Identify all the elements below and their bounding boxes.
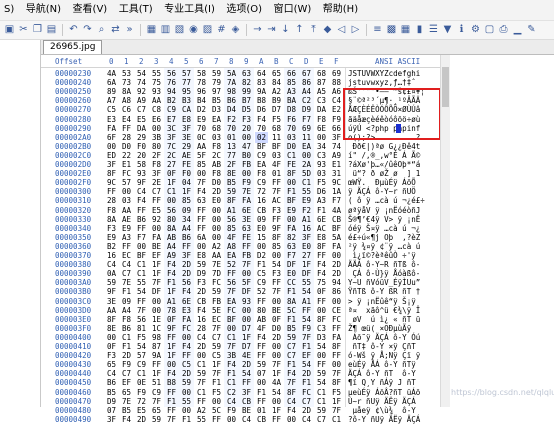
file-tab[interactable]: 26965.jpg	[43, 40, 103, 54]
toolbar-separator	[140, 24, 141, 36]
hex-byte[interactable]: 2D	[135, 414, 148, 425]
left-panel	[0, 40, 41, 407]
column-header-c: C	[289, 57, 294, 66]
disk-icon[interactable]: ◉	[188, 24, 199, 35]
hex-byte[interactable]: CB	[255, 414, 268, 425]
column-header-d: D	[304, 57, 309, 66]
cut-icon[interactable]: ✂	[18, 24, 29, 35]
column-header-6: 6	[199, 57, 204, 66]
toolbar-separator	[246, 24, 247, 36]
list-icon[interactable]: ☰	[428, 24, 439, 35]
column-header-2: 2	[139, 57, 144, 66]
vertical-scrollbar[interactable]	[440, 55, 450, 407]
chart-icon[interactable]: ▮	[414, 24, 425, 35]
hex-grid[interactable]: 4A 53 54 55 56 57 58 59 5A 63 64 65 66 67 68 69 6A 73 74 75…	[104, 68, 344, 424]
calc-icon[interactable]: ▧	[174, 24, 185, 35]
hex-byte[interactable]: FF	[210, 414, 223, 425]
column-header-a: A	[259, 57, 264, 66]
column-header-3: 3	[154, 57, 159, 66]
column-header-7: 7	[214, 57, 219, 66]
arrow-right-icon[interactable]: →	[252, 24, 263, 35]
jump-icon[interactable]: ⤒	[308, 24, 319, 35]
hash-icon[interactable]: #	[216, 24, 227, 35]
next-icon[interactable]: ▷	[350, 24, 361, 35]
hex-byte[interactable]: C1	[330, 414, 343, 425]
save-icon[interactable]: ▣	[4, 24, 15, 35]
edit-icon[interactable]: ✎	[526, 24, 537, 35]
column-header-b: B	[274, 57, 279, 66]
bookmark-icon[interactable]: ◆	[322, 24, 333, 35]
hex-byte[interactable]: C4	[300, 414, 313, 425]
image-icon[interactable]: ▦	[400, 24, 411, 35]
offset-column: 00000230 00000240 00000250 00000260 00000270…	[41, 68, 104, 424]
hex-byte[interactable]: F1	[180, 414, 193, 425]
offset-header: Offset	[55, 57, 83, 66]
goto-icon[interactable]: ⇥	[266, 24, 277, 35]
hex-byte[interactable]: C4	[240, 414, 253, 425]
column-header-8: 8	[229, 57, 234, 66]
hex-byte[interactable]: 59	[150, 414, 163, 425]
arrow-up-icon[interactable]: ↑	[294, 24, 305, 35]
toolbar-separator	[366, 24, 367, 36]
menu-item-options[interactable]: 选项(O)	[222, 0, 266, 20]
paste-icon[interactable]: ▤	[46, 24, 57, 35]
minimize-icon[interactable]: ▁	[512, 24, 523, 35]
menu-item-window[interactable]: 窗口(W)	[270, 0, 316, 20]
redo-icon[interactable]: ↷	[82, 24, 93, 35]
grid-icon[interactable]: ▦	[146, 24, 157, 35]
hex-byte[interactable]: 7F	[165, 414, 178, 425]
text-cursor	[396, 124, 401, 133]
info-icon[interactable]: ℹ	[456, 24, 467, 35]
right-panel	[450, 55, 554, 407]
php-payload-highlight-box	[343, 88, 441, 140]
convert-icon[interactable]: ◈	[230, 24, 241, 35]
arrow-down-icon[interactable]: ↓	[280, 24, 291, 35]
menu-item-pro-tools[interactable]: 专业工具(I)	[160, 0, 219, 20]
ascii-header: ANSI ASCII	[375, 57, 421, 66]
hex-byte[interactable]: FF	[270, 414, 283, 425]
column-header-0: 0	[109, 57, 114, 66]
hex-byte[interactable]: 55	[195, 414, 208, 425]
menu-item-navigate[interactable]: 导航(N)	[22, 0, 65, 20]
column-header-9: 9	[244, 57, 249, 66]
toolbar: ▣ ✂ ❐ ▤ ↶ ↷ ⌕ ⇄ » ▦ ▥ ▧ ◉ ▨ # ◈ → ⇥ ↓ ↑ …	[0, 21, 554, 40]
hex-byte[interactable]: F4	[120, 414, 133, 425]
menu-bar: S) 导航(N) 查看(V) 工具(T) 专业工具(I) 选项(O) 窗口(W)…	[0, 0, 554, 21]
hex-byte[interactable]: 3F	[105, 414, 118, 425]
column-header-f: F	[334, 57, 339, 66]
column-header-e: E	[319, 57, 324, 66]
menu-item-s[interactable]: S)	[0, 0, 18, 20]
block-icon[interactable]: ▥	[160, 24, 171, 35]
copy-icon[interactable]: ❐	[32, 24, 43, 35]
toolbar-separator	[62, 24, 63, 36]
hex-byte[interactable]: C7	[315, 414, 328, 425]
scrollbar-thumb[interactable]	[442, 67, 449, 107]
menu-item-tools[interactable]: 工具(T)	[115, 0, 157, 20]
settings-icon[interactable]: ⚙	[470, 24, 481, 35]
hex-row: 3F F4 2D 59 7F F1 55 FF 00 C4 CB FF 00 C4 C7 C1	[104, 414, 344, 425]
ram-icon[interactable]: ▨	[202, 24, 213, 35]
template-icon[interactable]: ▩	[386, 24, 397, 35]
filter-icon[interactable]: ▼	[442, 24, 453, 35]
offset-cell: 00000490	[55, 414, 92, 424]
prev-icon[interactable]: ◁	[336, 24, 347, 35]
find-icon[interactable]: ⌕	[96, 24, 107, 35]
column-header-4: 4	[169, 57, 174, 66]
watermark: https://blog.csdn.net/qlqlulu	[451, 388, 554, 397]
window-icon[interactable]: ▢	[484, 24, 495, 35]
menu-item-help[interactable]: 帮助(H)	[319, 0, 362, 20]
tab-strip: 26965.jpg	[41, 40, 554, 55]
find-next-icon[interactable]: »	[124, 24, 135, 35]
replace-icon[interactable]: ⇄	[110, 24, 121, 35]
ascii-row: ?ô-Y ñUÿ ÄËÿ ÄÇÁ	[348, 414, 421, 424]
column-header-5: 5	[184, 57, 189, 66]
menu-item-view[interactable]: 查看(V)	[69, 0, 112, 20]
hex-byte[interactable]: 00	[285, 414, 298, 425]
compare-icon[interactable]: ≡	[372, 24, 383, 35]
print-icon[interactable]: ⎙	[498, 24, 509, 35]
undo-icon[interactable]: ↶	[68, 24, 79, 35]
column-header-1: 1	[124, 57, 129, 66]
hex-byte[interactable]: 00	[225, 414, 238, 425]
